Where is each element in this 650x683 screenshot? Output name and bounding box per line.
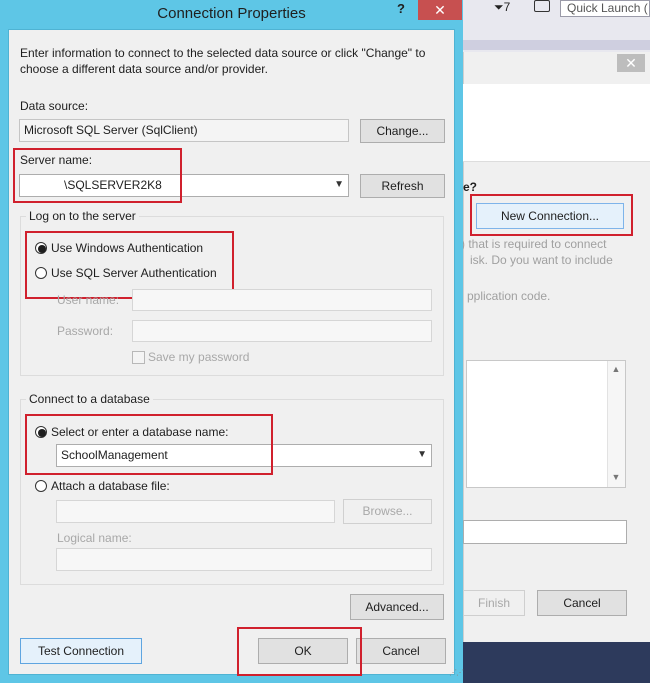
finish-button[interactable]: Finish	[463, 590, 525, 616]
password-label: Password:	[57, 324, 114, 338]
dialog-close-button[interactable]: ✕	[418, 0, 462, 20]
connection-string-scrollbar[interactable]	[607, 361, 625, 487]
attach-file-field[interactable]	[56, 500, 335, 523]
chevron-down-icon[interactable]: ▼	[417, 445, 427, 465]
help-button[interactable]: ?	[391, 0, 411, 20]
refresh-button[interactable]: Refresh	[360, 174, 445, 198]
wizard-close-button[interactable]: ✕	[617, 54, 645, 72]
filter-icon: ⏷	[494, 0, 504, 14]
change-button[interactable]: Change...	[360, 119, 445, 143]
save-password-label: Save my password	[148, 350, 250, 364]
attach-file-label[interactable]: Attach a database file:	[51, 479, 170, 493]
vs-status-bar	[463, 642, 650, 683]
logon-group-title: Log on to the server	[26, 209, 139, 223]
filter-count: 7	[503, 0, 511, 14]
data-source-field: Microsoft SQL Server (SqlClient)	[19, 119, 349, 142]
password-field[interactable]	[132, 320, 432, 342]
wizard-text-line-2: isk. Do you want to include	[470, 253, 613, 267]
quick-launch-input[interactable]: Quick Launch (	[560, 0, 650, 17]
wizard-question: e?	[463, 180, 478, 194]
data-source-label: Data source:	[20, 99, 89, 113]
wizard-text-field[interactable]	[463, 520, 627, 544]
browse-button[interactable]: Browse...	[343, 499, 432, 524]
ok-highlight	[237, 627, 362, 676]
database-highlight	[25, 414, 273, 475]
connection-string-box[interactable]	[466, 360, 626, 488]
save-password-checkbox[interactable]	[132, 351, 145, 364]
resize-grip-icon[interactable]: ⋰⋰	[449, 668, 464, 677]
logical-name-label: Logical name:	[57, 531, 132, 545]
attach-file-radio[interactable]	[35, 480, 47, 492]
new-connection-highlight	[470, 194, 633, 236]
wizard-cancel-button[interactable]: Cancel	[537, 590, 627, 616]
wizard-text-line-1: ) that is required to connect	[461, 237, 607, 251]
server-name-highlight	[13, 148, 182, 203]
browse-label: Browse...	[362, 504, 413, 518]
feedback-icon[interactable]	[534, 0, 550, 12]
intro-text: Enter information to connect to the sele…	[20, 46, 426, 76]
username-field[interactable]	[132, 289, 432, 311]
username-label: User name:	[57, 293, 120, 307]
vs-toolbar-strip	[463, 40, 650, 50]
scroll-down-icon[interactable]: ▼	[607, 472, 625, 482]
wizard-header-panel	[463, 84, 650, 162]
cancel-button[interactable]: Cancel	[356, 638, 446, 664]
test-connection-button[interactable]: Test Connection	[20, 638, 142, 664]
scroll-up-icon[interactable]: ▲	[607, 364, 625, 374]
wizard-text-line-3: pplication code.	[467, 289, 551, 303]
chevron-down-icon[interactable]: ▼	[334, 175, 344, 195]
advanced-button[interactable]: Advanced...	[350, 594, 444, 620]
filter-indicator[interactable]: ⏷7	[494, 0, 510, 15]
database-group-title: Connect to a database	[26, 392, 153, 406]
logical-name-field[interactable]	[56, 548, 432, 571]
